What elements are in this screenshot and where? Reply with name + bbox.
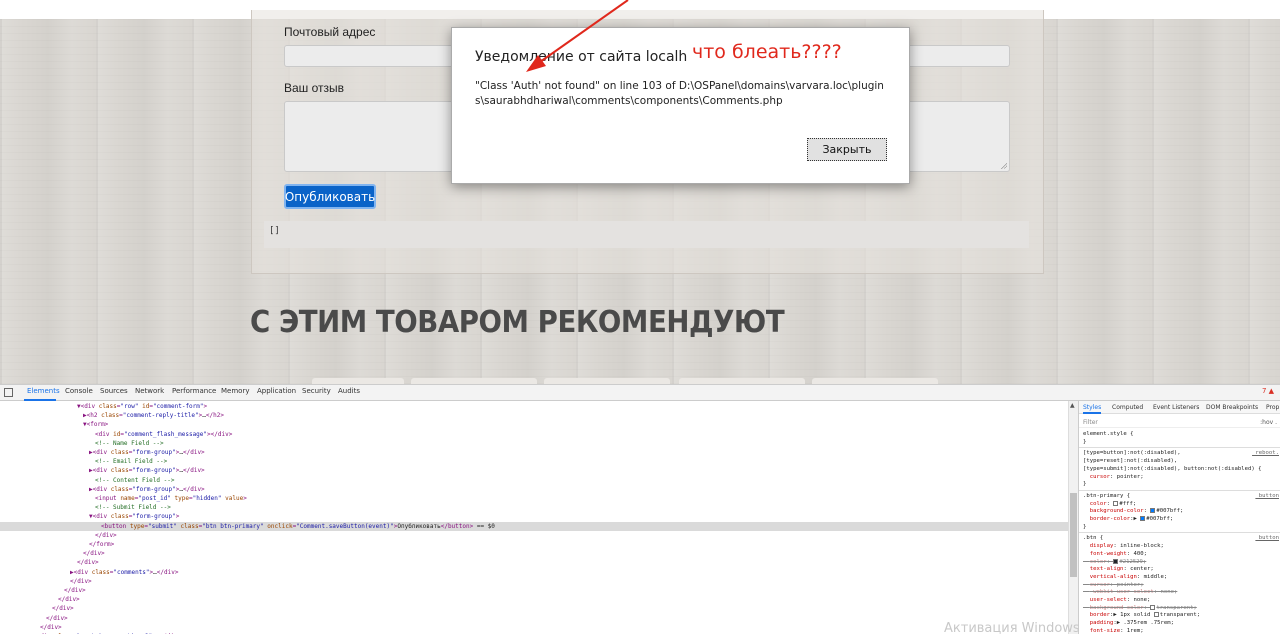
dock-side-icon[interactable] [4,388,13,397]
css-rule-line[interactable]: } [1079,523,1280,531]
devtools-panel: Elements Console Sources Network Performance… [0,384,1280,634]
dom-node[interactable]: ▶<div class="form-group">…</div> [0,485,1068,494]
styles-filter-placeholder: Filter [1083,419,1098,426]
styles-tabbar: Styles Computed Event Listeners DOM Breakpo… [1079,401,1280,414]
scroll-thumb[interactable] [1070,493,1077,577]
publish-button[interactable]: Опубликовать [284,184,376,209]
tab-performance[interactable]: Performance [172,387,216,395]
windows-activation-watermark: Активация Windows [944,621,1080,634]
scroll-up-icon[interactable]: ▲ [1070,402,1075,409]
rule-separator [1079,489,1280,491]
css-rule-line[interactable]: } [1079,480,1280,488]
dom-node[interactable]: <input name="post_id" type="hidden" valu… [0,494,1068,503]
dom-node[interactable]: </div> [0,604,1068,613]
styles-tab-prop[interactable]: Prop [1266,404,1279,411]
web-page: Почтовый адрес Ваш отзыв Опубликовать []… [0,0,1280,384]
dom-node[interactable]: <!-- Name Field --> [0,439,1068,448]
review-label: Ваш отзыв [284,81,345,95]
dom-node[interactable]: <!-- Content Field --> [0,476,1068,485]
tab-elements[interactable]: Elements [27,387,60,395]
dom-node[interactable]: </div> [0,558,1068,567]
dom-node[interactable]: </div> [0,614,1068,623]
css-rule-line[interactable]: } [1079,438,1280,446]
dom-node[interactable]: </div> [0,623,1068,632]
email-label: Почтовый адрес [284,25,376,39]
resize-grip-icon[interactable] [1000,162,1007,169]
dom-node[interactable]: ▼<form> [0,420,1068,429]
rule-separator [1079,447,1280,449]
styles-tab-computed[interactable]: Computed [1112,404,1143,411]
annotation-text: что блеать???? [688,41,842,63]
dom-node[interactable]: <!-- Email Field --> [0,457,1068,466]
dom-node[interactable]: ▶<div class="form-group">…</div> [0,448,1068,457]
issues-badge[interactable]: 7 ▲ [1262,387,1274,395]
tab-console[interactable]: Console [65,387,93,395]
dom-node[interactable]: </div> [0,586,1068,595]
tab-network[interactable]: Network [135,387,164,395]
dom-node[interactable]: <div id="comment_flash_message"></div> [0,430,1068,439]
styles-filter-input[interactable]: Filter :hov . [1079,416,1280,428]
styles-tab-event-listeners[interactable]: Event Listeners [1153,404,1199,411]
dom-node[interactable]: ▼<div class="row" id="comment-form"> [0,402,1068,411]
tab-audits[interactable]: Audits [338,387,360,395]
comments-output-text: [] [269,226,280,236]
css-rule-line[interactable]: font-size: 1rem; [1079,627,1280,634]
alert-dialog: Уведомление от сайта localhost что блеат… [451,27,910,184]
alert-title: Уведомление от сайта localhost [475,49,709,65]
tab-application[interactable]: Application [257,387,296,395]
elements-scrollbar[interactable]: ▲ [1068,401,1078,634]
close-button[interactable]: Закрыть [807,138,887,161]
elements-dom-tree: ▼<div class="row" id="comment-form"> ▶<h2… [0,401,1068,634]
comments-output: [] [264,221,1029,248]
rule-separator [1079,532,1280,534]
dom-node[interactable]: </form> [0,540,1068,549]
dom-node[interactable]: </div> [0,531,1068,540]
styles-tab-styles[interactable]: Styles [1083,404,1101,411]
tab-security[interactable]: Security [302,387,331,395]
devtools-tabbar: Elements Console Sources Network Performance… [0,385,1280,401]
dom-node[interactable]: </div> [0,549,1068,558]
styles-tab-dom-breakpoints[interactable]: DOM Breakpoints [1206,404,1258,411]
styles-pane: Styles Computed Event Listeners DOM Breakpo… [1078,401,1280,634]
dom-node[interactable]: <!-- Submit Field --> [0,503,1068,512]
dom-node[interactable]: </div> [0,595,1068,604]
dom-node[interactable]: ▶<div class="form-group">…</div> [0,466,1068,475]
recommend-heading: С ЭТИМ ТОВАРОМ РЕКОМЕНДУЮТ [250,305,785,340]
dom-node[interactable]: ▼<div class="form-group"> [0,512,1068,521]
dom-node-selected[interactable]: <button type="submit" class="btn btn-pri… [0,521,1068,531]
alert-message: "Class 'Auth' not found" on line 103 of … [475,80,884,107]
dom-node[interactable]: ▶<div class="comments">…</div> [0,568,1068,577]
tab-memory[interactable]: Memory [221,387,249,395]
dom-node[interactable]: ▶<h2 class="comment-reply-title">…</h2> [0,411,1068,420]
styles-active-tab-indicator [1083,412,1101,414]
hover-state-toggle[interactable]: :hov . [1260,419,1277,426]
dom-node[interactable]: </div> [0,577,1068,586]
tab-sources[interactable]: Sources [100,387,128,395]
